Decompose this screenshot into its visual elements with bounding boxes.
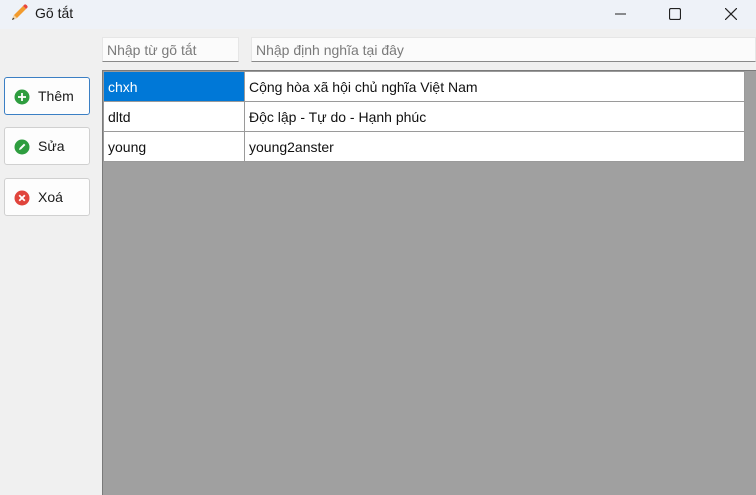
definition-input[interactable]: [251, 37, 756, 62]
abbreviation-cell[interactable]: young: [103, 131, 245, 162]
abbreviation-input[interactable]: [102, 37, 239, 62]
abbreviation-cell[interactable]: chxh: [103, 71, 245, 102]
edit-button-label: Sửa: [38, 138, 65, 154]
definition-cell[interactable]: Độc lập - Tự do - Hạnh phúc: [244, 101, 745, 132]
delete-button-label: Xoá: [38, 189, 63, 205]
table-row[interactable]: dltd Độc lập - Tự do - Hạnh phúc: [103, 101, 745, 132]
edit-button[interactable]: Sửa: [4, 127, 90, 165]
minimize-button[interactable]: [598, 0, 644, 29]
definition-cell[interactable]: Cộng hòa xã hội chủ nghĩa Việt Nam: [244, 71, 745, 102]
minimize-icon: [615, 13, 626, 15]
shortcut-table: chxh Cộng hòa xã hội chủ nghĩa Việt Nam …: [102, 70, 756, 495]
pencil-icon: [12, 4, 28, 20]
close-button[interactable]: [708, 0, 754, 29]
add-button[interactable]: Thêm: [4, 77, 90, 115]
table-row[interactable]: chxh Cộng hòa xã hội chủ nghĩa Việt Nam: [103, 71, 745, 102]
window-title: Gõ tắt: [35, 5, 74, 21]
delete-button[interactable]: Xoá: [4, 178, 90, 216]
maximize-icon: [669, 8, 681, 20]
edit-pencil-icon: [14, 139, 30, 155]
close-icon: [725, 8, 737, 20]
x-circle-icon: [14, 190, 30, 206]
definition-cell[interactable]: young2anster: [244, 131, 745, 162]
abbreviation-cell[interactable]: dltd: [103, 101, 245, 132]
plus-circle-icon: [14, 89, 30, 105]
table-row[interactable]: young young2anster: [103, 131, 745, 162]
maximize-button[interactable]: [652, 0, 698, 29]
add-button-label: Thêm: [38, 88, 74, 104]
title-bar: Gõ tắt: [0, 0, 756, 29]
